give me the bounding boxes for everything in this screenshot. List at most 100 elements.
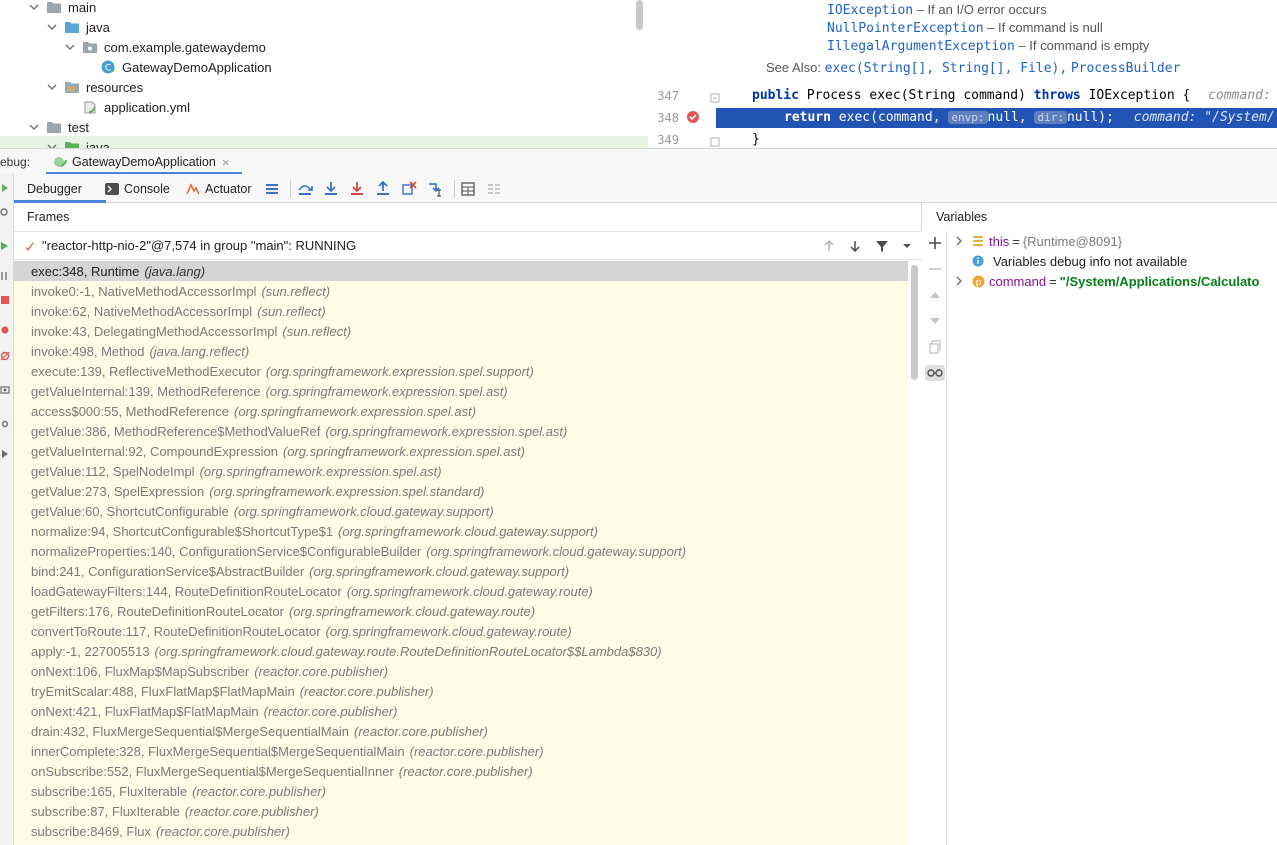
frame-row[interactable]: subscribe:165, FluxIterable (reactor.core… [14, 781, 908, 801]
code-editor[interactable]: IOException – If an I/O error occurs Nul… [649, 0, 1277, 148]
step-out-icon[interactable] [375, 180, 391, 197]
doc-link[interactable]: IOException [827, 3, 913, 18]
run-to-cursor-icon[interactable] [427, 181, 443, 197]
frame-row[interactable]: onSubscribe:552, FluxMergeSequential$Mer… [14, 761, 908, 781]
arrow-up-icon[interactable] [821, 238, 837, 254]
chevron-right-icon[interactable] [953, 276, 965, 286]
frame-row[interactable]: invoke:62, NativeMethodAccessorImpl (sun.… [14, 301, 908, 321]
chevron-down-icon[interactable] [64, 41, 76, 53]
code-line[interactable]: return exec(command, envp: null, dir: null… [784, 110, 1275, 125]
code-line[interactable]: public Process exec(String command) thro… [752, 88, 1271, 103]
frame-row[interactable]: convertToRoute:117, RouteDefinitionRoute… [14, 621, 908, 641]
frame-row[interactable]: getFilters:176, RouteDefinitionRouteLoca… [14, 601, 908, 621]
evaluate-expression-icon[interactable] [460, 181, 476, 197]
step-into-icon[interactable] [323, 181, 339, 197]
variable-equals: = [1049, 273, 1057, 289]
frame-row[interactable]: bind:241, ConfigurationService$AbstractB… [14, 561, 908, 581]
remove-watch-icon[interactable] [927, 261, 943, 277]
frames-scrollbar-thumb[interactable] [911, 265, 918, 380]
frame-row[interactable]: onNext:421, FluxFlatMap$FlatMapMain (reac… [14, 701, 908, 721]
doc-link[interactable]: NullPointerException [827, 21, 984, 36]
chevron-down-icon[interactable] [28, 121, 40, 133]
breakpoint-icon[interactable] [686, 110, 700, 127]
frame-row[interactable]: exec:348, Runtime (java.lang) [14, 261, 908, 281]
frame-row[interactable]: getValue:273, SpelExpression (org.springf… [14, 481, 908, 501]
chevron-down-icon[interactable] [46, 141, 58, 148]
tab-debugger[interactable]: Debugger [27, 174, 82, 203]
doc-link[interactable]: IllegalArgumentException [827, 39, 1015, 54]
camera-icon[interactable] [0, 384, 10, 396]
arrow-down-icon[interactable] [847, 238, 863, 254]
code-line[interactable]: } [752, 132, 760, 147]
chevron-down-icon[interactable] [46, 21, 58, 33]
frames-pane: Frames ✓ "reactor-http-nio-2"@7,574 in g… [14, 203, 922, 845]
move-down-icon[interactable] [927, 313, 943, 329]
chevron-right-icon[interactable] [953, 236, 965, 246]
frame-row[interactable]: apply:-1, 227005513 (org.springframework.… [14, 641, 908, 661]
chevron-down-icon[interactable] [899, 238, 915, 254]
tree-item-test[interactable]: test [28, 117, 89, 137]
frame-row[interactable]: innerComplete:328, FluxMergeSequential$M… [14, 741, 908, 761]
trace-icon[interactable] [486, 181, 502, 197]
variable-row[interactable]: p command = "/System/Applications/Calcul… [953, 271, 1259, 291]
frame-row[interactable]: execute:139, ReflectiveMethodExecutor (or… [14, 361, 908, 381]
resume-icon[interactable] [0, 240, 10, 252]
tab-console[interactable]: Console [105, 174, 170, 203]
mute-breakpoints-icon[interactable] [0, 350, 10, 362]
tree-item-application-yml[interactable]: application.yml [82, 97, 190, 117]
add-watch-icon[interactable] [927, 235, 943, 251]
doc-link[interactable]: exec(String[], String[], File) [825, 61, 1060, 76]
frame-row[interactable]: access$000:55, MethodReference (org.sprin… [14, 401, 908, 421]
stop-icon[interactable] [0, 294, 10, 306]
tab-actuator[interactable]: Actuator [186, 174, 252, 203]
step-over-icon[interactable] [297, 181, 313, 197]
pin-icon[interactable] [0, 448, 10, 460]
frame-row[interactable]: drain:432, FluxMergeSequential$MergeSequ… [14, 721, 908, 741]
frame-row[interactable]: invoke:43, DelegatingMethodAccessorImpl(… [14, 321, 908, 341]
thread-selector[interactable]: ✓ "reactor-http-nio-2"@7,574 in group "m… [14, 231, 922, 260]
drop-frame-icon[interactable] [401, 181, 417, 197]
frame-row[interactable]: normalize:94, ShortcutConfigurable$Short… [14, 521, 908, 541]
doc-link[interactable]: ProcessBuilder [1071, 61, 1181, 76]
frame-row[interactable]: getValue:60, ShortcutConfigurable (org.sp… [14, 501, 908, 521]
frame-row[interactable]: getValueInternal:92, CompoundExpression(… [14, 441, 908, 461]
layout-menu-icon[interactable] [264, 181, 280, 197]
frame-row[interactable]: loadGatewayFilters:144, RouteDefinitionR… [14, 581, 908, 601]
close-icon[interactable]: × [222, 155, 230, 170]
tree-item-java-main[interactable]: java [46, 17, 110, 37]
fold-end-icon[interactable] [710, 135, 720, 148]
glasses-icon[interactable] [925, 365, 945, 381]
view-breakpoints-icon[interactable] [0, 324, 10, 336]
frame-row[interactable]: invoke0:-1, NativeMethodAccessorImpl (sun… [14, 281, 908, 301]
see-also-label: See Also: [766, 60, 821, 75]
force-step-into-icon[interactable] [349, 181, 365, 197]
frame-method: normalize:94, ShortcutConfigurable$Short… [31, 523, 334, 539]
frame-package: (org.springframework.expression.spel.ast… [325, 423, 568, 439]
copy-icon[interactable] [927, 339, 943, 355]
tree-item-resources[interactable]: resources [46, 77, 143, 97]
tree-scrollbar[interactable] [636, 0, 643, 30]
frame-row[interactable]: invoke:498, Method (java.lang.reflect) [14, 341, 908, 361]
gear-icon[interactable] [0, 418, 10, 430]
tree-item-gateway-demo-application[interactable]: C GatewayDemoApplication [100, 57, 272, 77]
chevron-down-icon[interactable] [46, 81, 58, 93]
frame-row[interactable]: getValue:386, MethodReference$MethodValu… [14, 421, 908, 441]
frame-row[interactable]: subscribe:8469, Flux (reactor.core.publis… [14, 821, 908, 841]
fold-icon[interactable] [710, 91, 720, 106]
pause-icon[interactable] [0, 270, 10, 282]
chevron-down-icon[interactable] [28, 1, 40, 13]
frame-row[interactable]: getValueInternal:139, MethodReference (or… [14, 381, 908, 401]
settings-icon[interactable] [0, 206, 10, 218]
filter-icon[interactable] [874, 238, 890, 254]
tree-item-main[interactable]: main [28, 0, 96, 17]
rerun-icon[interactable] [0, 182, 10, 194]
frame-row[interactable]: subscribe:87, FluxIterable (reactor.core.… [14, 801, 908, 821]
frame-row[interactable]: getValue:112, SpelNodeImpl (org.springfra… [14, 461, 908, 481]
variable-row[interactable]: this = {Runtime@8091} [953, 231, 1122, 251]
tree-item-package[interactable]: com.example.gatewaydemo [64, 37, 266, 57]
tree-item-java-test[interactable]: java [46, 137, 110, 148]
frame-row[interactable]: tryEmitScalar:488, FluxFlatMap$FlatMapMa… [14, 681, 908, 701]
frame-row[interactable]: normalizeProperties:140, ConfigurationSe… [14, 541, 908, 561]
frame-row[interactable]: onNext:106, FluxMap$MapSubscriber (reacto… [14, 661, 908, 681]
move-up-icon[interactable] [927, 287, 943, 303]
